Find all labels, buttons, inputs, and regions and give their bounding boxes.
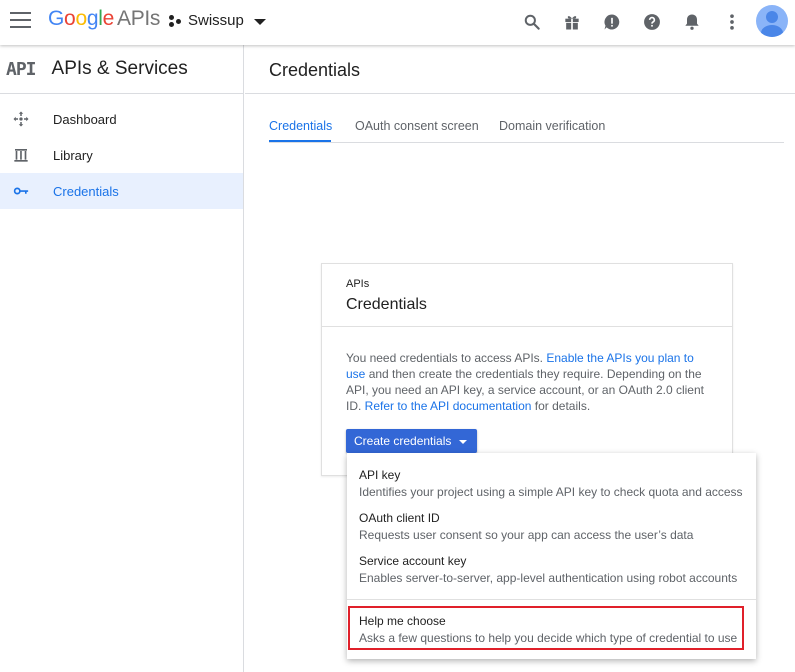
menu-item-title: API key xyxy=(359,468,401,482)
menu-item-oauth-client-id[interactable]: OAuth client ID Requests user consent so… xyxy=(347,496,756,542)
card-description: You need credentials to access APIs. Ena… xyxy=(346,350,708,414)
sidebar-item-library[interactable]: Library xyxy=(0,137,243,173)
menu-item-service-account-key[interactable]: Service account key Enables server-to-se… xyxy=(347,539,756,585)
help-icon[interactable] xyxy=(642,12,662,32)
sidebar-title: APIs & Services xyxy=(51,58,188,79)
highlight-box xyxy=(348,606,744,650)
card-eyebrow: APIs xyxy=(346,278,370,290)
header-divider xyxy=(245,93,795,94)
menu-item-description: Enables server-to-server, app-level auth… xyxy=(359,571,738,585)
sidebar-header: API APIs & Services xyxy=(0,45,243,94)
sidebar-item-dashboard[interactable]: Dashboard xyxy=(0,101,243,137)
menu-item-title: Service account key xyxy=(359,554,467,568)
tab-domain-verification[interactable]: Domain verification xyxy=(499,119,605,133)
tab-oauth-consent-screen[interactable]: OAuth consent screen xyxy=(355,119,479,133)
credentials-card: APIs Credentials You need credentials to… xyxy=(321,263,733,476)
logo-letter: o xyxy=(75,7,87,30)
card-divider xyxy=(322,326,732,327)
account-avatar[interactable] xyxy=(756,5,788,37)
logo-apis-text: APIs xyxy=(116,7,161,30)
sidebar-item-label: Library xyxy=(53,147,93,163)
google-apis-logo[interactable]: Google APIs xyxy=(48,7,160,31)
create-credentials-button[interactable]: Create credentials xyxy=(346,429,478,453)
api-documentation-link[interactable]: Refer to the API documentation xyxy=(365,399,532,413)
sidebar: API APIs & Services Dashboard Library Cr… xyxy=(0,45,244,672)
logo-letter: G xyxy=(48,7,65,30)
sidebar-item-label: Dashboard xyxy=(53,111,117,127)
caret-down-icon xyxy=(459,439,468,444)
card-text: for details. xyxy=(531,399,591,413)
menu-icon[interactable] xyxy=(10,12,31,30)
library-icon xyxy=(11,145,31,165)
card-text: You need credentials to access APIs. xyxy=(346,351,547,365)
key-icon xyxy=(11,181,31,201)
logo-letter: o xyxy=(64,7,76,30)
menu-item-title: OAuth client ID xyxy=(359,511,440,525)
project-name: Swissup xyxy=(188,12,244,29)
create-credentials-menu: API key Identifies your project using a … xyxy=(347,453,756,659)
api-logo: API xyxy=(6,58,36,80)
chevron-down-icon xyxy=(253,18,266,25)
notifications-icon[interactable] xyxy=(682,12,702,32)
gift-icon[interactable] xyxy=(562,12,582,32)
sidebar-item-credentials[interactable]: Credentials xyxy=(0,173,243,209)
project-icon xyxy=(168,14,182,28)
page-title: Credentials xyxy=(269,60,361,80)
create-credentials-label: Create credentials xyxy=(354,434,452,448)
top-app-bar: Google APIs Swissup xyxy=(0,0,795,45)
active-tab-indicator xyxy=(269,140,331,142)
logo-letter: g xyxy=(86,7,99,30)
logo-letter: e xyxy=(102,7,115,30)
tab-credentials[interactable]: Credentials xyxy=(269,119,332,133)
more-vert-icon[interactable] xyxy=(722,12,742,32)
tab-bar: Credentials OAuth consent screen Domain … xyxy=(269,110,784,143)
dashboard-icon xyxy=(11,109,31,129)
project-selector[interactable]: Swissup xyxy=(168,12,266,29)
card-title: Credentials xyxy=(346,296,427,313)
sidebar-item-label: Credentials xyxy=(53,183,119,199)
search-icon[interactable] xyxy=(522,12,542,32)
feedback-icon[interactable] xyxy=(602,12,622,32)
menu-item-api-key[interactable]: API key Identifies your project using a … xyxy=(347,453,756,499)
